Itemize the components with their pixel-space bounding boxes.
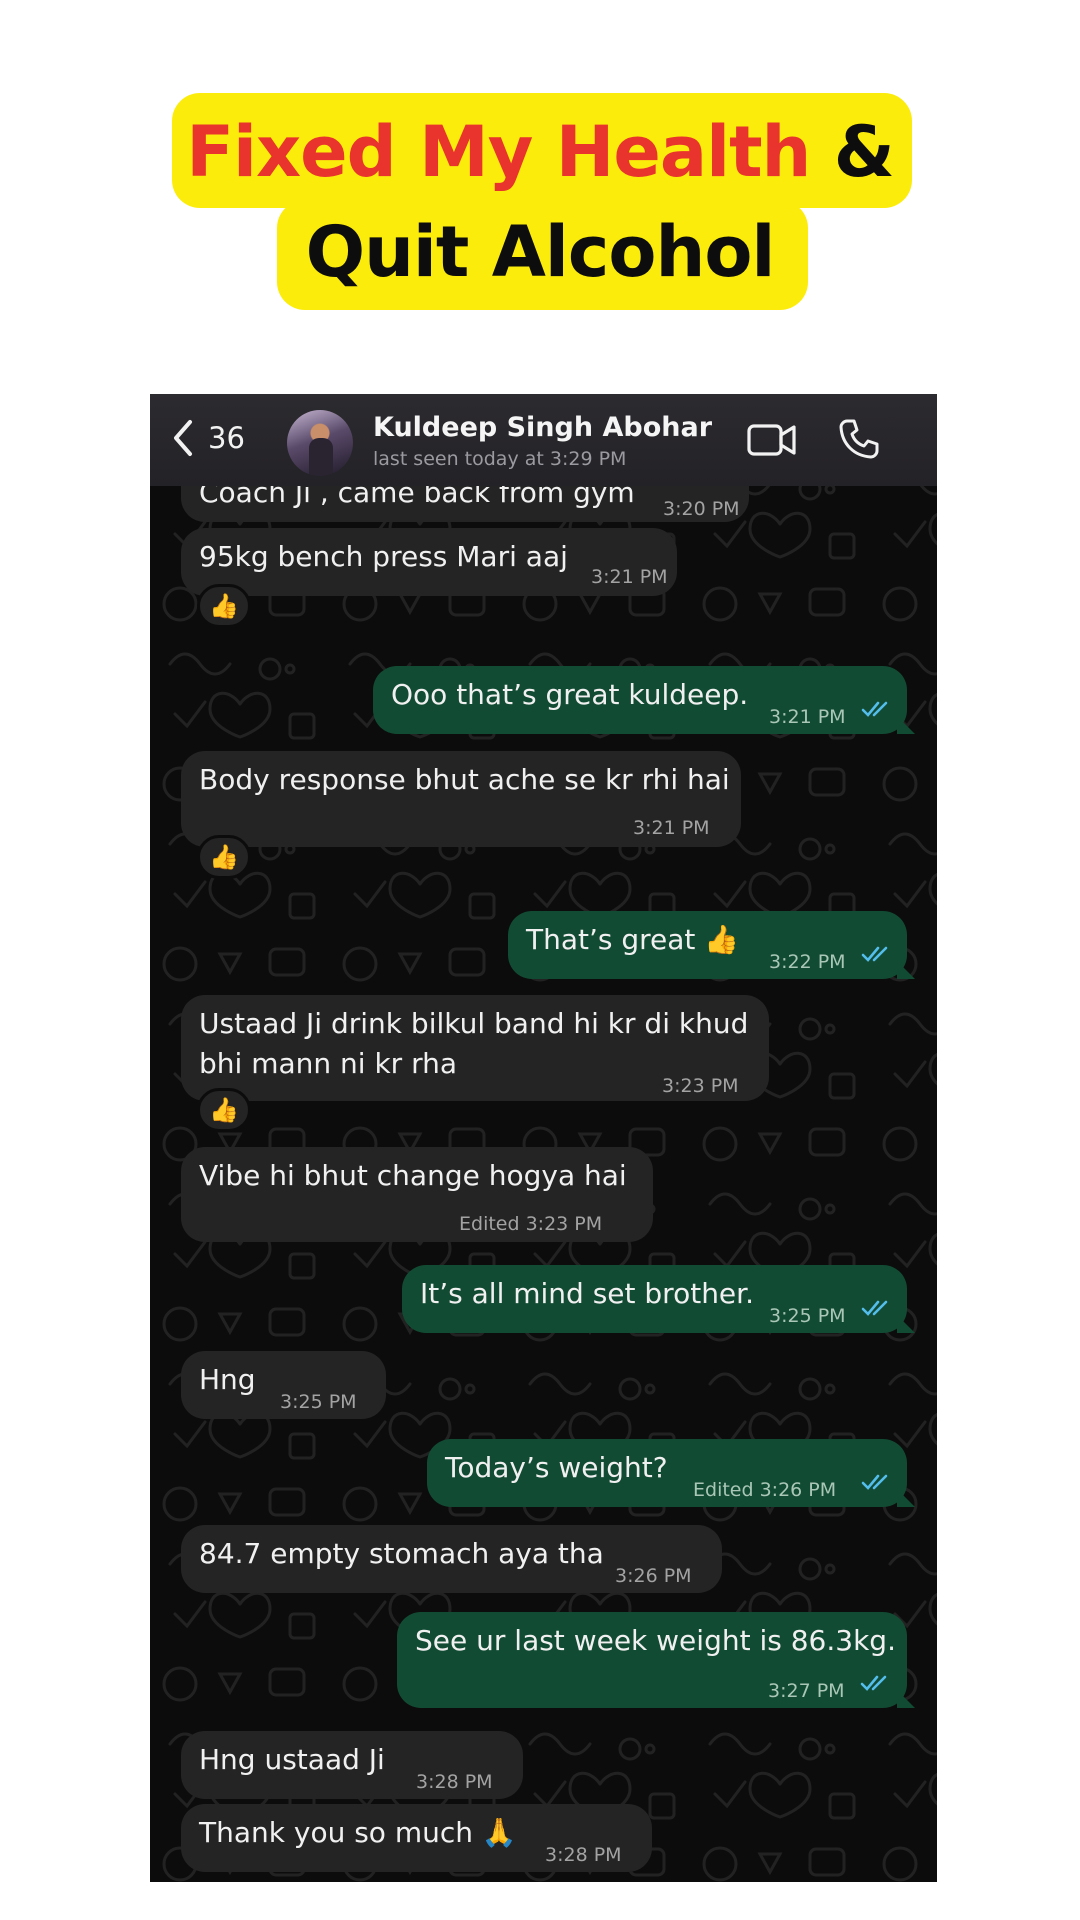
message-time: 3:22 PM	[769, 951, 846, 973]
message-outgoing[interactable]: Today’s weight? Edited 3:26 PM	[427, 1439, 915, 1507]
message-time: 3:20 PM	[663, 498, 740, 520]
message-time: 3:21 PM	[633, 817, 710, 839]
phone-call-icon[interactable]	[838, 418, 880, 460]
message-text: Ooo that’s great kuldeep.	[391, 678, 749, 711]
message-text: That’s great 👍	[526, 923, 740, 956]
headline-red-text: Fixed My Health	[186, 111, 811, 193]
headline-line2: Quit Alcohol	[305, 211, 776, 293]
message-incoming[interactable]: 84.7 empty stomach aya tha 3:26 PM	[181, 1525, 722, 1593]
message-time: 3:21 PM	[591, 566, 668, 588]
message-incoming[interactable]: Ustaad Ji drink bilkul band hi kr di khu…	[181, 995, 769, 1101]
message-time: 3:27 PM	[768, 1680, 845, 1702]
headline-line1: Fixed My Health &	[0, 103, 1080, 201]
message-text: 95kg bench press Mari aaj	[199, 540, 568, 573]
read-ticks-icon	[861, 1474, 888, 1490]
message-text: Vibe hi bhut change hogya hai	[199, 1159, 627, 1192]
chevron-left-icon	[174, 420, 192, 456]
message-text: Hng ustaad Ji	[199, 1743, 385, 1776]
read-ticks-icon	[860, 1675, 887, 1691]
message-incoming[interactable]: 95kg bench press Mari aaj 3:21 PM	[181, 528, 677, 596]
avatar[interactable]	[287, 410, 353, 476]
message-incoming[interactable]: Vibe hi bhut change hogya hai Edited 3:2…	[181, 1147, 653, 1242]
message-text: 84.7 empty stomach aya tha	[199, 1537, 604, 1570]
read-ticks-icon	[861, 946, 888, 962]
message-text: Today’s weight?	[445, 1451, 668, 1484]
message-incoming[interactable]: Hng ustaad Ji 3:28 PM	[181, 1731, 523, 1799]
message-time: 3:25 PM	[280, 1391, 357, 1413]
last-seen-status: last seen today at 3:29 PM	[373, 448, 627, 470]
back-button[interactable]: 36	[172, 416, 245, 460]
read-ticks-icon	[861, 1300, 888, 1316]
message-text: Hng	[199, 1363, 256, 1396]
message-time: 3:28 PM	[416, 1771, 493, 1793]
message-text: Thank you so much 🙏	[199, 1816, 517, 1849]
reaction-thumbs-up[interactable]: 👍	[197, 1088, 251, 1132]
message-time: 3:23 PM	[662, 1075, 739, 1097]
message-outgoing[interactable]: Ooo that’s great kuldeep. 3:21 PM	[373, 666, 915, 734]
message-time: Edited 3:23 PM	[459, 1213, 603, 1235]
message-time: 3:25 PM	[769, 1305, 846, 1327]
message-text: Body response bhut ache se kr rhi hai	[199, 763, 730, 796]
read-ticks-icon	[861, 701, 888, 717]
message-outgoing[interactable]: It’s all mind set brother. 3:25 PM	[402, 1265, 915, 1333]
message-incoming[interactable]: Thank you so much 🙏 3:28 PM	[181, 1804, 652, 1872]
message-text: See ur last week weight is 86.3kg.	[415, 1624, 896, 1657]
unread-count: 36	[208, 421, 245, 455]
headline-ampersand: &	[810, 111, 895, 193]
message-time: Edited 3:26 PM	[693, 1479, 837, 1501]
message-incoming[interactable]: Body response bhut ache se kr rhi hai 3:…	[181, 751, 741, 847]
message-time: 3:28 PM	[545, 1844, 622, 1866]
message-text-line2: bhi mann ni kr rha	[199, 1047, 458, 1080]
message-time: 3:26 PM	[615, 1565, 692, 1587]
message-text: It’s all mind set brother.	[420, 1277, 755, 1310]
message-time: 3:21 PM	[769, 706, 846, 728]
message-outgoing[interactable]: See ur last week weight is 86.3kg. 3:27 …	[397, 1612, 915, 1708]
video-call-icon[interactable]	[747, 422, 797, 458]
message-incoming[interactable]: Hng 3:25 PM	[181, 1351, 386, 1419]
reaction-thumbs-up[interactable]: 👍	[197, 584, 251, 628]
chat-header: 36 Kuldeep Singh Abohar last seen today …	[150, 394, 937, 486]
chat-screen: 36 Kuldeep Singh Abohar last seen today …	[150, 394, 937, 1882]
message-text-line1: Ustaad Ji drink bilkul band hi kr di khu…	[199, 1007, 749, 1040]
message-outgoing[interactable]: That’s great 👍 3:22 PM	[508, 911, 915, 979]
reaction-thumbs-up[interactable]: 👍	[197, 835, 251, 879]
contact-name[interactable]: Kuldeep Singh Abohar	[373, 412, 712, 443]
